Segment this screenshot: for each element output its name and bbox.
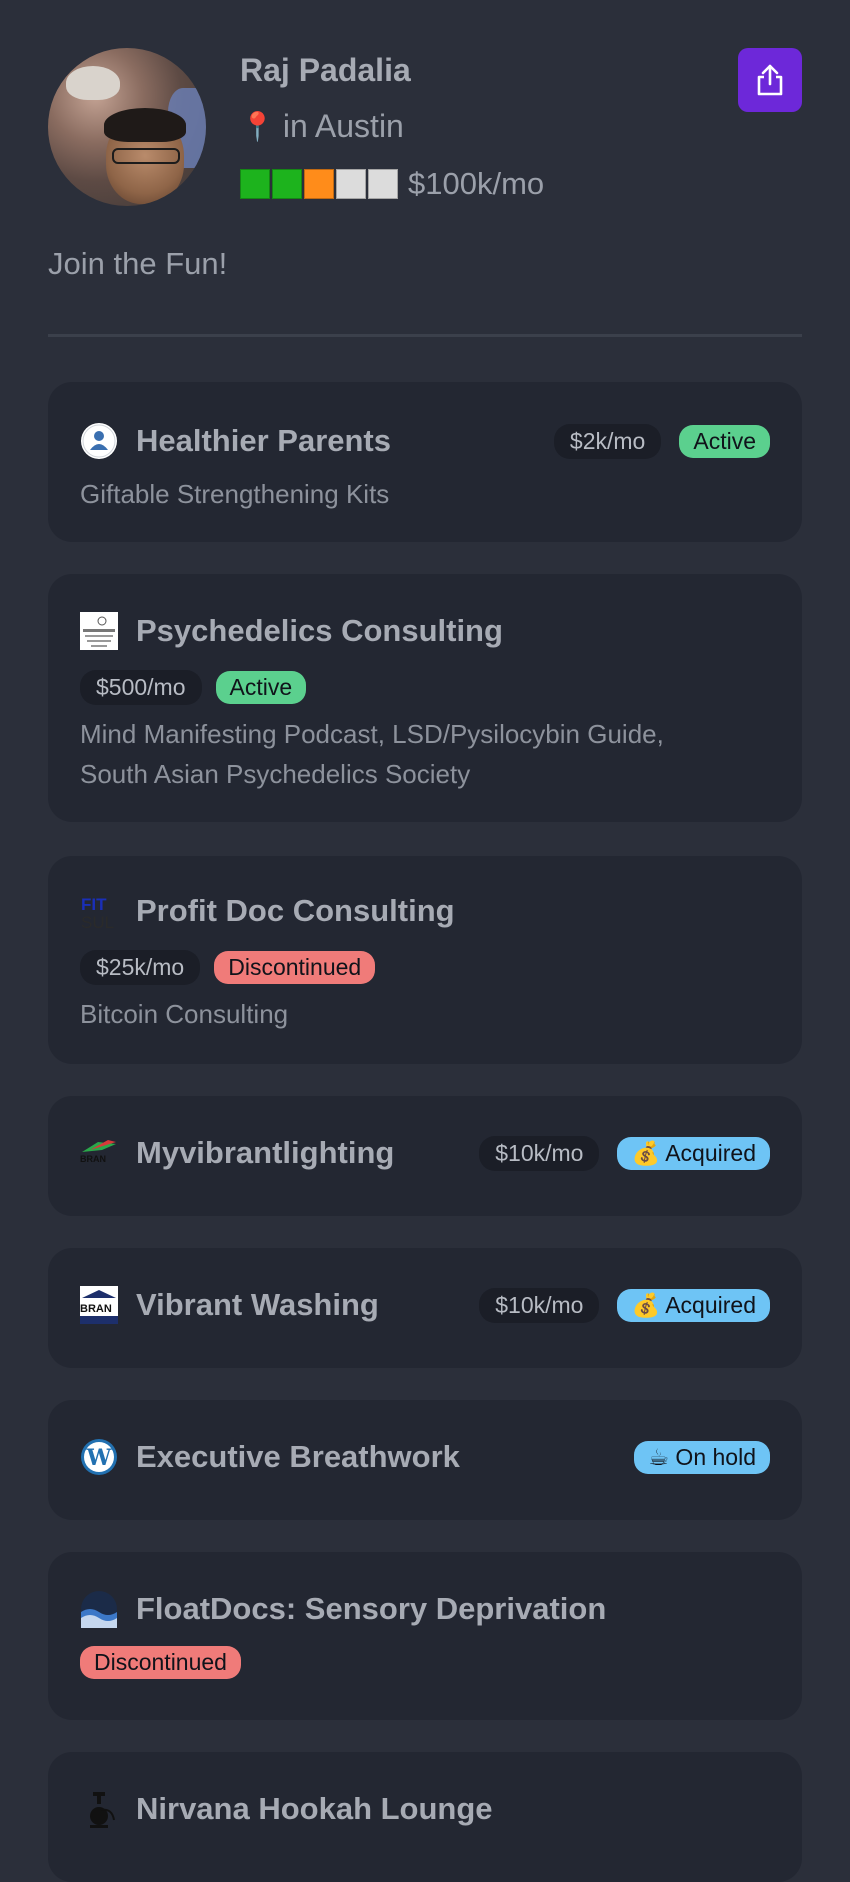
revenue-bar-segment	[304, 169, 334, 199]
project-title: Healthier Parents	[136, 423, 391, 458]
project-card-vibrant-washing[interactable]: BRAN Vibrant Washing $10k/mo 💰 Acquired	[48, 1248, 802, 1368]
profile-location: 📍 in Austin	[240, 108, 404, 145]
project-card-executive-breathwork[interactable]: W Executive Breathwork ☕ On hold	[48, 1400, 802, 1520]
svg-text:SUL: SUL	[81, 913, 114, 930]
project-title: FloatDocs: Sensory Deprivation	[136, 1591, 607, 1626]
divider	[48, 334, 802, 337]
mrr-badge: $25k/mo	[80, 950, 201, 985]
status-badge: Active	[215, 671, 307, 704]
profile-name: Raj Padalia	[240, 52, 411, 88]
mrr-badge: $10k/mo	[479, 1135, 600, 1171]
revenue-indicator: $100k/mo	[240, 166, 544, 202]
project-card-profit-doc-consulting[interactable]: FIT SUL Profit Doc Consulting $25k/mo Di…	[48, 856, 802, 1064]
vibrant-washing-logo: BRAN	[80, 1286, 118, 1324]
psychedelics-logo	[80, 612, 118, 650]
mrr-badge: $2k/mo	[553, 423, 662, 459]
description-line: South Asian Psychedelics Society	[80, 759, 471, 789]
hookah-icon	[80, 1790, 118, 1828]
project-card-myvibrantlighting[interactable]: BRAN Myvibrantlighting $10k/mo 💰 Acquire…	[48, 1096, 802, 1216]
svg-text:BRAN: BRAN	[80, 1303, 112, 1315]
project-title: Executive Breathwork	[136, 1439, 460, 1474]
project-card-nirvana-hookah-lounge[interactable]: Nirvana Hookah Lounge	[48, 1752, 802, 1882]
project-card-healthier-parents[interactable]: Healthier Parents $2k/mo Active Giftable…	[48, 382, 802, 542]
svg-text:BRAN: BRAN	[80, 1154, 106, 1164]
vibrant-lighting-logo: BRAN	[80, 1134, 118, 1172]
revenue-bar-segment	[240, 169, 270, 199]
project-title: Vibrant Washing	[136, 1287, 379, 1322]
project-card-psychedelics-consulting[interactable]: Psychedelics Consulting $500/mo Active M…	[48, 574, 802, 822]
avatar	[48, 48, 206, 206]
status-badge: Discontinued	[80, 1646, 241, 1679]
revenue-bar-segment	[272, 169, 302, 199]
status-badge: 💰 Acquired	[617, 1136, 770, 1170]
revenue-bar-segment	[336, 169, 366, 199]
floatdocs-logo	[80, 1590, 118, 1628]
profile-tagline: Join the Fun!	[48, 246, 228, 281]
location-pin-icon: 📍	[240, 111, 275, 142]
mrr-badge: $500/mo	[80, 670, 202, 705]
share-icon	[757, 64, 783, 96]
mrr-badge: $10k/mo	[479, 1287, 600, 1323]
status-badge: 💰 Acquired	[617, 1288, 770, 1322]
status-badge: ☕ On hold	[634, 1440, 770, 1474]
healthier-parents-logo	[80, 422, 118, 460]
project-description: Mind Manifesting Podcast, LSD/Pysilocybi…	[80, 714, 770, 794]
share-button[interactable]	[738, 48, 802, 112]
svg-text:W: W	[86, 1445, 112, 1471]
profit-doc-logo: FIT SUL	[80, 892, 118, 930]
project-title: Psychedelics Consulting	[136, 613, 503, 648]
wordpress-icon: W	[80, 1438, 118, 1476]
revenue-bar-segment	[368, 169, 398, 199]
project-description: Giftable Strengthening Kits	[80, 479, 390, 509]
svg-text:FIT: FIT	[81, 895, 107, 914]
revenue-text: $100k/mo	[408, 166, 545, 201]
project-title: Myvibrantlighting	[136, 1135, 395, 1170]
project-title: Nirvana Hookah Lounge	[136, 1791, 493, 1826]
project-title: Profit Doc Consulting	[136, 893, 455, 928]
status-badge: Active	[679, 424, 770, 458]
description-line: Mind Manifesting Podcast, LSD/Pysilocybi…	[80, 719, 664, 749]
project-card-floatdocs[interactable]: FloatDocs: Sensory Deprivation Discontin…	[48, 1552, 802, 1720]
location-text: in Austin	[282, 108, 404, 144]
project-description: Bitcoin Consulting	[80, 999, 289, 1029]
maker-profile-page: Raj Padalia 📍 in Austin $100k/mo Join th…	[0, 0, 850, 1882]
revenue-progress-bar	[240, 169, 398, 199]
status-badge: Discontinued	[214, 951, 376, 984]
